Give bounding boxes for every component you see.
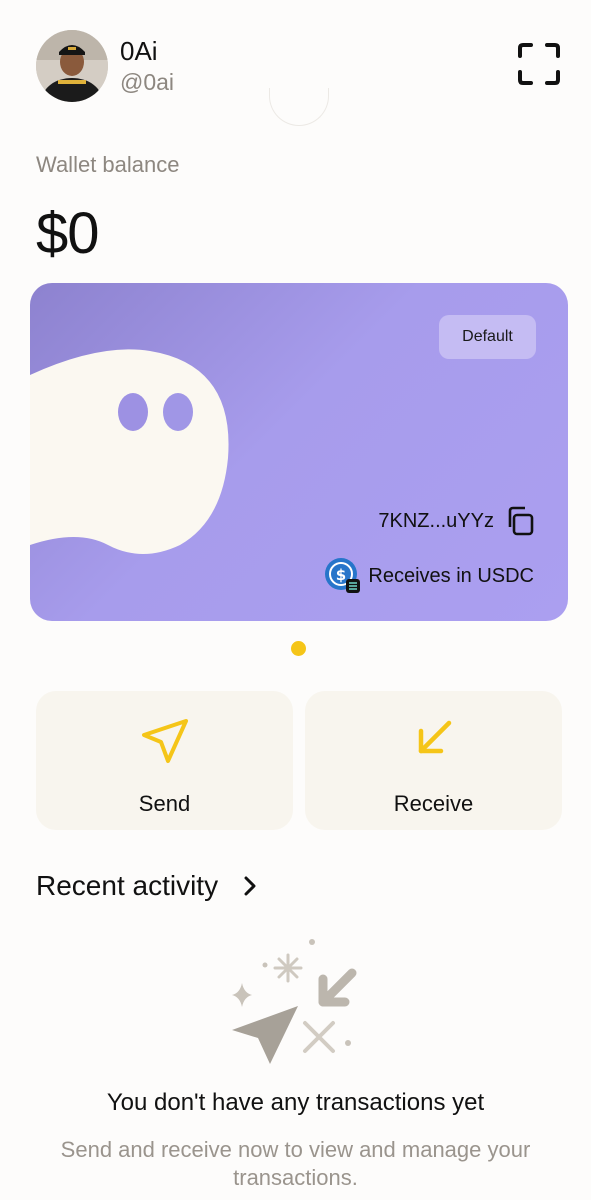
- chevron-right-icon: [244, 876, 256, 896]
- default-badge: Default: [439, 315, 536, 359]
- send-button[interactable]: Send: [36, 691, 293, 830]
- avatar[interactable]: [36, 30, 108, 102]
- balance-label: Wallet balance: [36, 152, 180, 177]
- usdc-label: Receives in USDC: [368, 564, 534, 587]
- empty-state-title: You don't have any transactions yet: [106, 1089, 485, 1116]
- receive-arrow-icon: [418, 720, 451, 754]
- user-name: 0Ai: [120, 36, 158, 66]
- user-handle: @0ai: [120, 69, 175, 95]
- usdc-icon: $: [325, 558, 361, 593]
- wallet-card[interactable]: Default 7KNZ...uYYz $ Receives in USDC: [30, 283, 568, 621]
- receive-label: Receive: [393, 791, 474, 816]
- wallet-address-row[interactable]: 7KNZ...uYYz: [378, 505, 536, 537]
- wallet-home-screen: 0Ai @0ai Wallet balance $0 Default 7KNZ.…: [0, 0, 591, 1200]
- balance-value: $0: [36, 201, 100, 266]
- usdc-row: $ Receives in USDC: [324, 557, 534, 595]
- scan-frame-icon: [518, 43, 560, 85]
- svg-text:$: $: [336, 566, 346, 584]
- receive-button[interactable]: Receive: [305, 691, 562, 830]
- copy-icon[interactable]: [504, 505, 536, 537]
- send-icon: [141, 719, 188, 763]
- user-info: 0Ai @0ai: [120, 35, 174, 97]
- recent-activity-title: Recent activity: [36, 870, 219, 901]
- avatar-photo: [36, 30, 108, 102]
- empty-transactions-illustration: [232, 939, 357, 1064]
- carousel-dot[interactable]: [291, 641, 306, 656]
- recent-activity-link[interactable]: Recent activity: [36, 870, 260, 902]
- scan-button[interactable]: [517, 42, 561, 86]
- wallet-address: 7KNZ...uYYz: [378, 509, 494, 532]
- empty-state-subtitle: Send and receive now to view and manage …: [60, 1137, 531, 1190]
- pull-handle[interactable]: [269, 88, 329, 126]
- send-label: Send: [138, 791, 191, 816]
